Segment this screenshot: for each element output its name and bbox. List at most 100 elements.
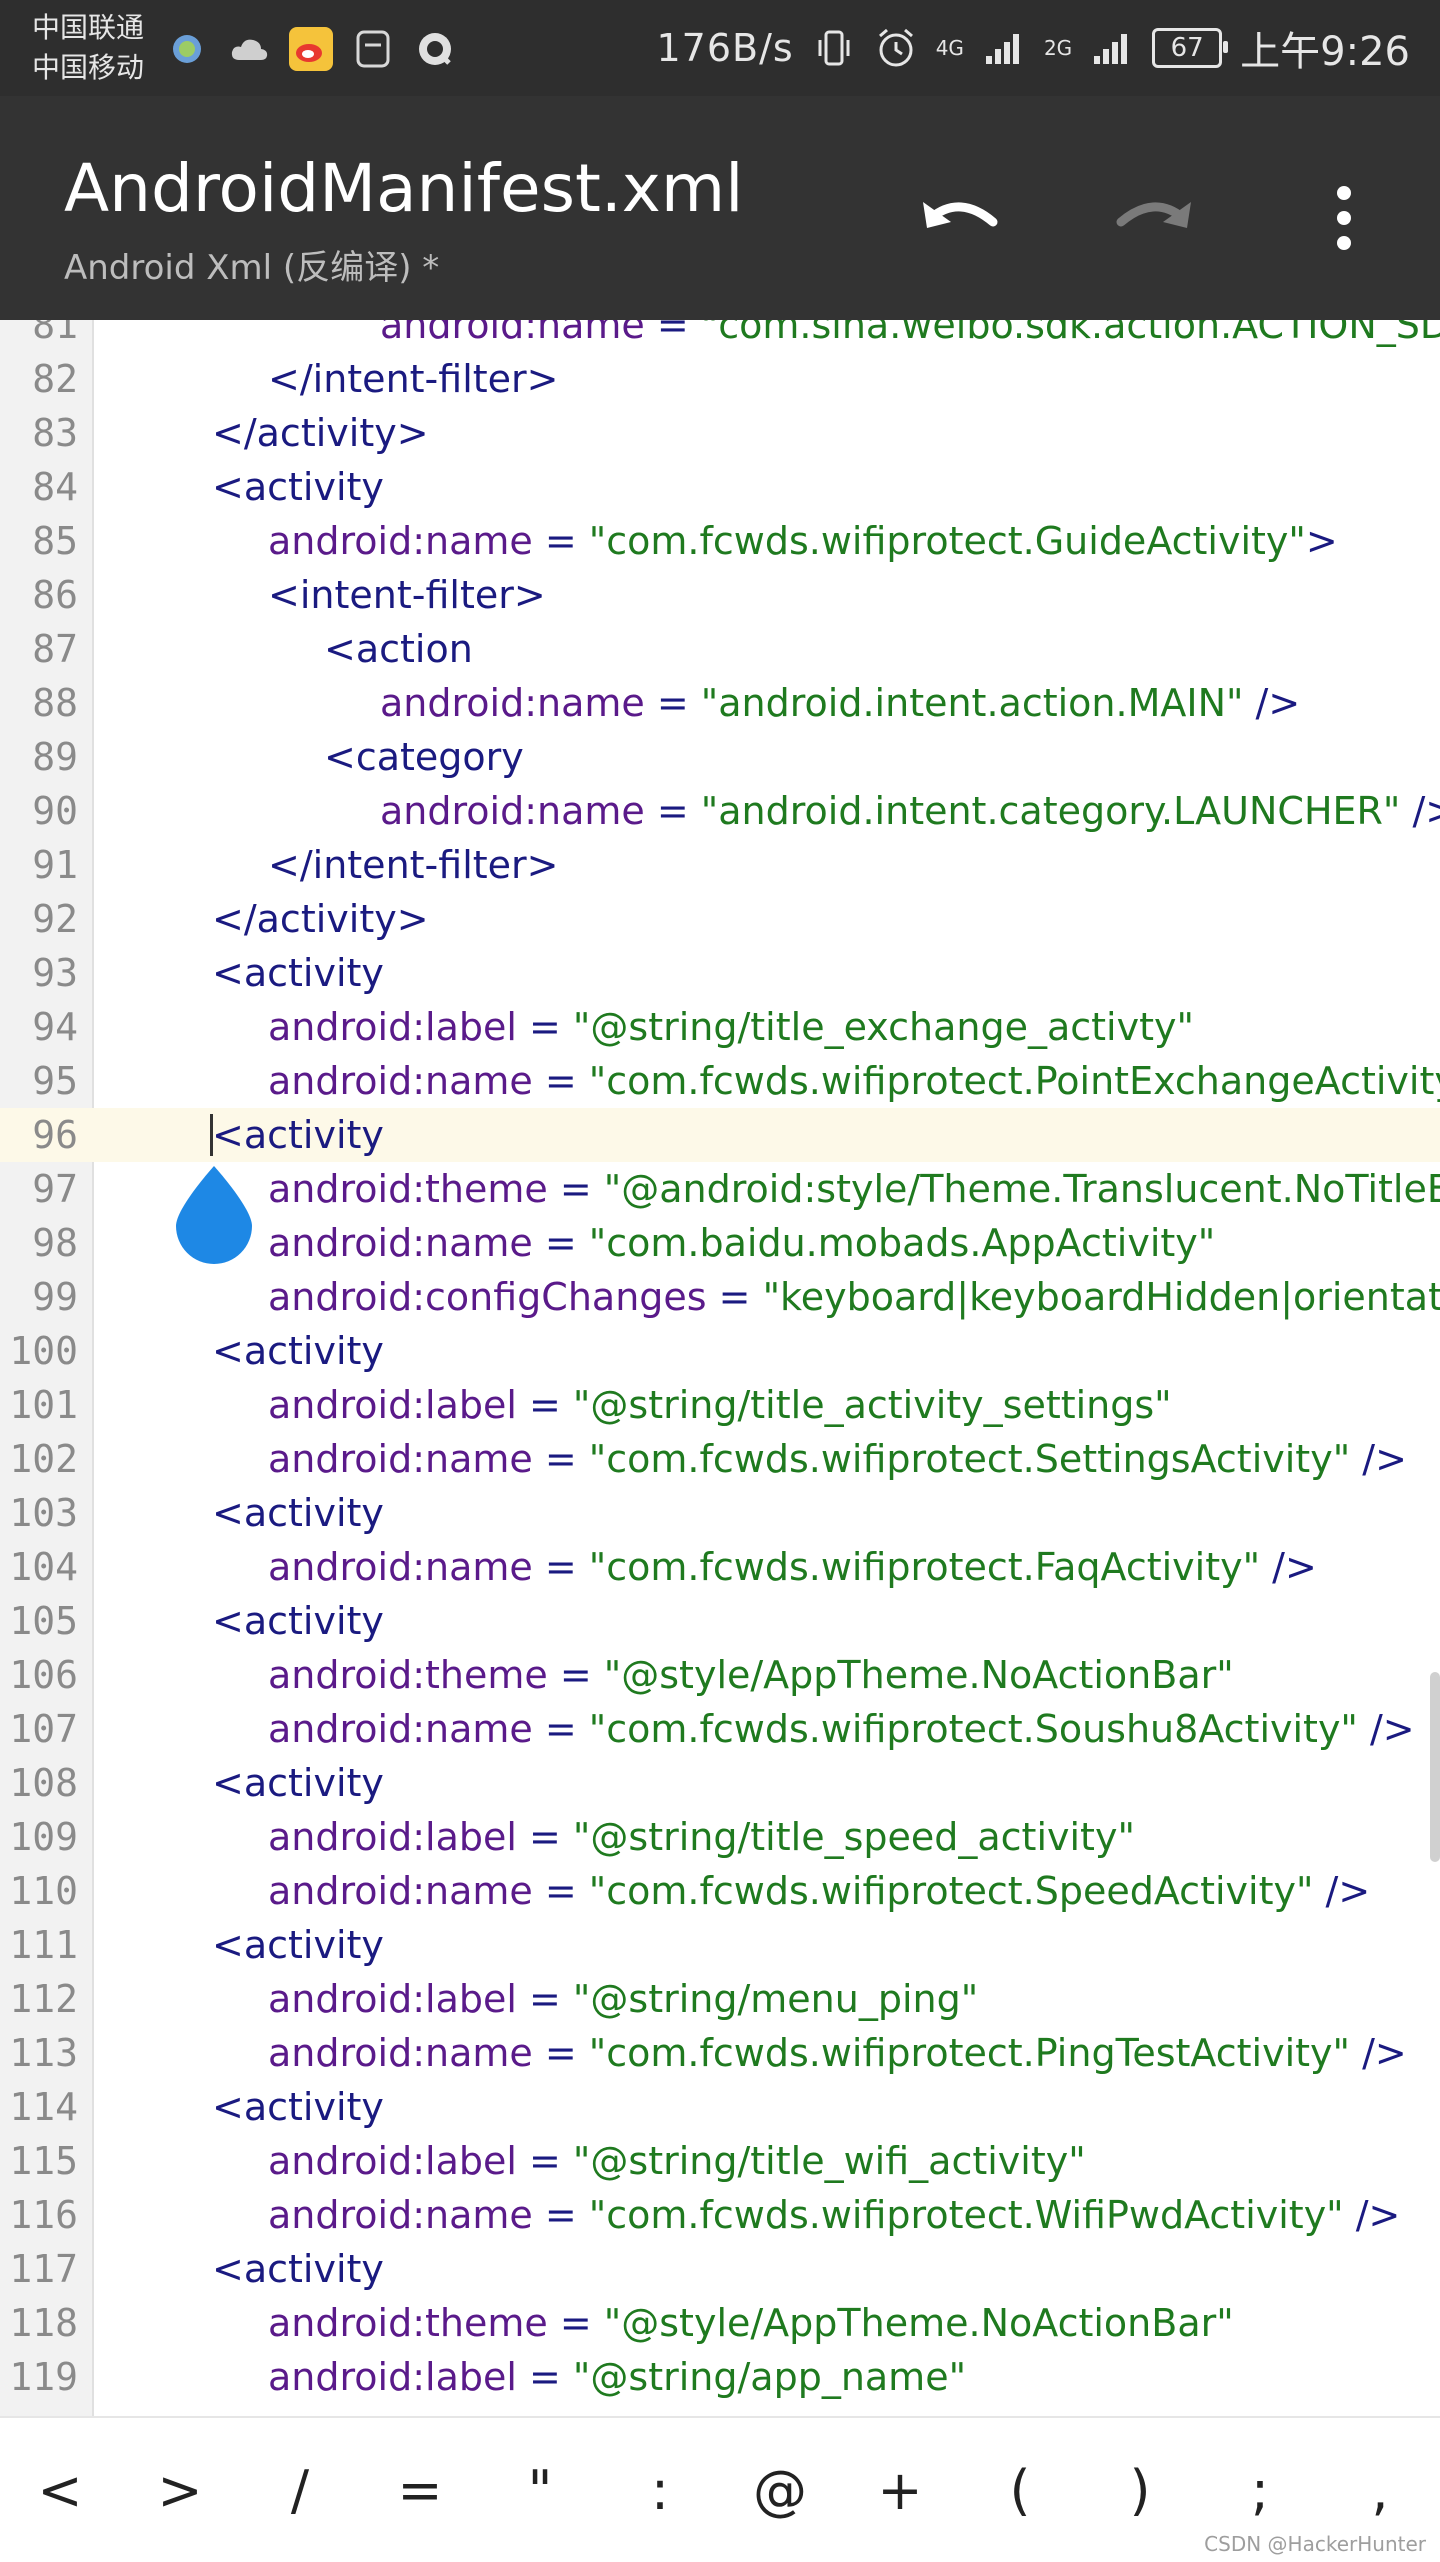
code-line-81[interactable]: 81 android:name = "com.sina.weibo.sdk.act… [0, 320, 1440, 352]
xml-equals: = [516, 2139, 573, 2183]
scrollbar-thumb[interactable] [1430, 1672, 1440, 1862]
code-line-119[interactable]: 119 android:label = "@string/app_name" [0, 2350, 1440, 2404]
code-line-92[interactable]: 92 </activity> [0, 892, 1440, 946]
symbol-key[interactable]: : [615, 2418, 705, 2562]
code-line-87[interactable]: 87 <action [0, 622, 1440, 676]
line-number: 113 [9, 2031, 78, 2075]
symbol-key[interactable]: ; [1215, 2418, 1305, 2562]
xml-equals: = [516, 1815, 573, 1859]
xml-attribute: android:name [268, 2031, 533, 2075]
code-line-106[interactable]: 106 android:theme = "@style/AppTheme.NoAc… [0, 1648, 1440, 1702]
symbol-key[interactable]: @ [735, 2418, 825, 2562]
code-line-101[interactable]: 101 android:label = "@string/title_activi… [0, 1378, 1440, 1432]
signal-icon-1 [982, 26, 1026, 70]
xml-equals: = [516, 1383, 573, 1427]
symbol-key[interactable]: + [855, 2418, 945, 2562]
line-number: 89 [32, 735, 78, 779]
line-number: 106 [9, 1653, 78, 1697]
line-number: 114 [9, 2085, 78, 2129]
xml-attribute: android:name [268, 1707, 533, 1751]
code-editor[interactable]: 81 android:name = "com.sina.weibo.sdk.act… [0, 320, 1440, 2416]
code-line-115[interactable]: 115 android:label = "@string/title_wifi_a… [0, 2134, 1440, 2188]
code-line-91[interactable]: 91 </intent-filter> [0, 838, 1440, 892]
symbol-key[interactable]: , [1335, 2418, 1425, 2562]
redo-button[interactable] [1104, 168, 1204, 268]
notification-icons [165, 24, 457, 74]
code-line-95[interactable]: 95 android:name = "com.fcwds.wifiprotect.… [0, 1054, 1440, 1108]
code-line-88[interactable]: 88 android:name = "android.intent.action.… [0, 676, 1440, 730]
line-code: android:name = "com.sina.weibo.sdk.actio… [380, 320, 1440, 352]
code-line-99[interactable]: 99 android:configChanges = "keyboard|keyb… [0, 1270, 1440, 1324]
xml-attribute: android:label [268, 2355, 517, 2399]
code-line-84[interactable]: 84 <activity [0, 460, 1440, 514]
symbol-key[interactable]: < [15, 2418, 105, 2562]
more-options-button[interactable] [1294, 168, 1394, 268]
xml-attribute: android:label [268, 1005, 517, 1049]
text-cursor [210, 1114, 213, 1156]
symbol-key[interactable]: = [375, 2418, 465, 2562]
xml-value: "@string/title_activity_settings" [572, 1383, 1172, 1427]
line-code: <activity [212, 2080, 384, 2134]
code-line-111[interactable]: 111 <activity [0, 1918, 1440, 1972]
code-line-118[interactable]: 118 android:theme = "@style/AppTheme.NoAc… [0, 2296, 1440, 2350]
code-line-90[interactable]: 90 android:name = "android.intent.categor… [0, 784, 1440, 838]
code-line-83[interactable]: 83 </activity> [0, 406, 1440, 460]
code-line-85[interactable]: 85 android:name = "com.fcwds.wifiprotect.… [0, 514, 1440, 568]
code-line-103[interactable]: 103 <activity [0, 1486, 1440, 1540]
undo-icon [923, 202, 998, 228]
code-line-104[interactable]: 104 android:name = "com.fcwds.wifiprotect… [0, 1540, 1440, 1594]
code-line-114[interactable]: 114 <activity [0, 2080, 1440, 2134]
vibrate-icon [812, 26, 856, 70]
signal-icon-2 [1090, 26, 1134, 70]
cursor-drop-handle[interactable] [172, 1164, 256, 1264]
code-line-82[interactable]: 82 </intent-filter> [0, 352, 1440, 406]
code-line-105[interactable]: 105 <activity [0, 1594, 1440, 1648]
line-number: 97 [32, 1167, 78, 1211]
xml-attribute: android:name [268, 1545, 533, 1589]
xml-value: "com.fcwds.wifiprotect.WifiPwdActivity" [588, 2193, 1344, 2237]
code-line-113[interactable]: 113 android:name = "com.fcwds.wifiprotect… [0, 2026, 1440, 2080]
code-line-100[interactable]: 100 <activity [0, 1324, 1440, 1378]
symbol-key[interactable]: " [495, 2418, 585, 2562]
code-line-117[interactable]: 117 <activity [0, 2242, 1440, 2296]
more-vert-icon [1337, 186, 1351, 250]
xml-attribute: android:name [268, 1221, 533, 1265]
symbol-key[interactable]: / [255, 2418, 345, 2562]
xml-tag: /> [1243, 681, 1301, 725]
code-line-110[interactable]: 110 android:name = "com.fcwds.wifiprotect… [0, 1864, 1440, 1918]
code-line-89[interactable]: 89 <category [0, 730, 1440, 784]
xml-attribute: android:name [380, 320, 645, 347]
line-number: 99 [32, 1275, 78, 1319]
weibo-icon [289, 27, 333, 71]
code-line-112[interactable]: 112 android:label = "@string/menu_ping" [0, 1972, 1440, 2026]
symbol-key[interactable]: ) [1095, 2418, 1185, 2562]
line-number: 101 [9, 1383, 78, 1427]
xml-attribute: android:name [268, 1059, 533, 1103]
code-line-102[interactable]: 102 android:name = "com.fcwds.wifiprotect… [0, 1432, 1440, 1486]
line-number: 105 [9, 1599, 78, 1643]
symbol-key[interactable]: ( [975, 2418, 1065, 2562]
code-line-107[interactable]: 107 android:name = "com.fcwds.wifiprotect… [0, 1702, 1440, 1756]
code-line-116[interactable]: 116 android:name = "com.fcwds.wifiprotect… [0, 2188, 1440, 2242]
symbol-key[interactable]: > [135, 2418, 225, 2562]
xml-equals: = [532, 1869, 589, 1913]
line-number: 116 [9, 2193, 78, 2237]
line-number: 98 [32, 1221, 78, 1265]
xml-tag: <category [324, 735, 524, 779]
line-number: 102 [9, 1437, 78, 1481]
code-line-108[interactable]: 108 <activity [0, 1756, 1440, 1810]
code-line-109[interactable]: 109 android:label = "@string/title_speed_… [0, 1810, 1440, 1864]
xml-value: "@string/title_speed_activity" [572, 1815, 1135, 1859]
code-line-93[interactable]: 93 <activity [0, 946, 1440, 1000]
undo-button[interactable] [910, 168, 1010, 268]
xml-equals: = [532, 519, 589, 563]
code-line-86[interactable]: 86 <intent-filter> [0, 568, 1440, 622]
clock: 上午9:26 [1240, 29, 1410, 75]
xml-tag: <activity [212, 951, 384, 995]
xml-tag: /> [1260, 1545, 1317, 1589]
line-number: 93 [32, 951, 78, 995]
code-line-96[interactable]: 96 <activity [0, 1108, 1440, 1162]
code-line-94[interactable]: 94 android:label = "@string/title_exchang… [0, 1000, 1440, 1054]
line-code: </intent-filter> [268, 838, 559, 892]
xml-tag: <action [324, 627, 473, 671]
